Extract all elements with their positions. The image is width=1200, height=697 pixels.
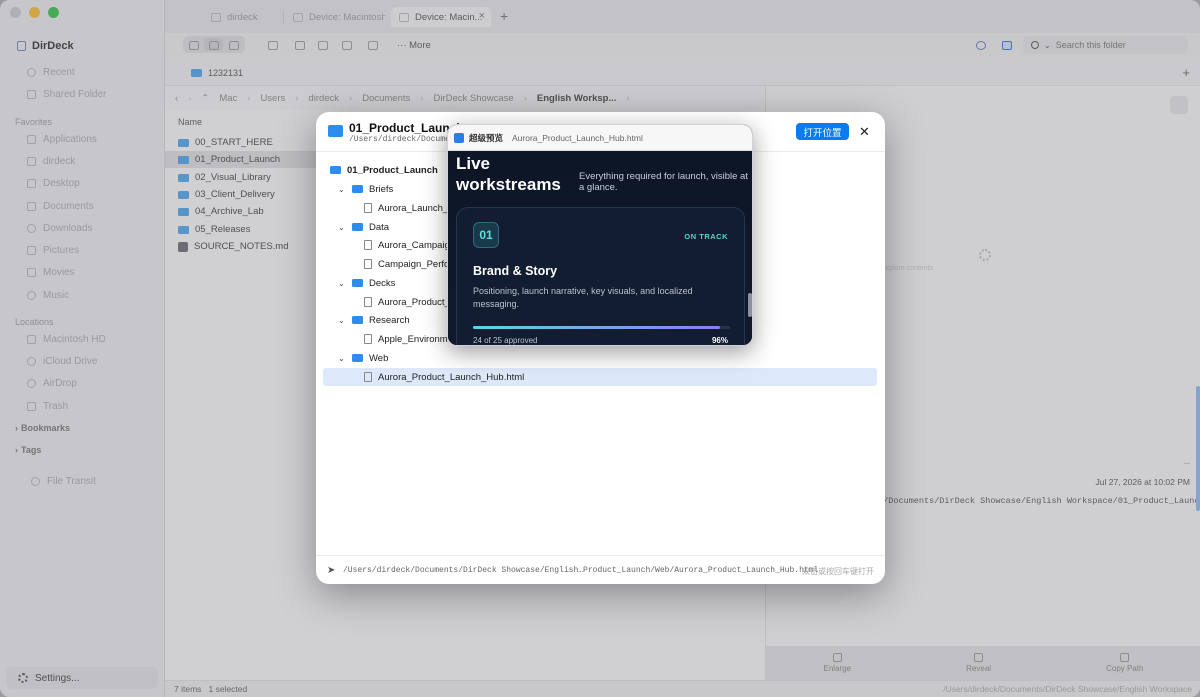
- preview-content[interactable]: Live workstreams Everything required for…: [448, 151, 752, 345]
- card-description: Positioning, launch narrative, key visua…: [473, 286, 693, 309]
- folder-icon: [352, 354, 363, 362]
- file-icon: [364, 240, 372, 250]
- folder-icon: [330, 166, 341, 174]
- chevron-down-icon: ⌄: [338, 315, 345, 325]
- chevron-down-icon: ⌄: [338, 222, 345, 232]
- tree-folder-briefs[interactable]: ⌄ Briefs: [338, 180, 393, 198]
- chevron-down-icon: ⌄: [338, 353, 345, 363]
- app-window: DirDeck Recent Shared Folder Favorites A…: [0, 0, 1200, 697]
- navigate-arrow-icon[interactable]: ➤: [327, 565, 335, 576]
- open-location-button[interactable]: 打开位置: [796, 123, 849, 140]
- tree-folder-web[interactable]: ⌄ Web: [338, 349, 388, 367]
- progress-bar-fill: [473, 326, 720, 329]
- status-badge: ON TRACK: [684, 232, 728, 241]
- progress-percent: 96%: [711, 336, 728, 345]
- folder-icon: [352, 185, 363, 193]
- file-icon: [364, 297, 372, 307]
- preview-header: 超级预览 Aurora_Product_Launch_Hub.html: [448, 125, 752, 151]
- tree-file-selected[interactable]: Aurora_Product_Launch_Hub.html: [364, 368, 524, 386]
- tree-folder-data[interactable]: ⌄ Data: [338, 218, 389, 236]
- card-title: Brand & Story: [473, 264, 558, 278]
- preview-scrollbar[interactable]: [748, 293, 752, 317]
- folder-icon: [352, 223, 363, 231]
- preview-description: Everything required for launch, visible …: [579, 171, 748, 193]
- dialog-footer: ➤ /Users/dirdeck/Documents/DirDeck Showc…: [316, 555, 885, 584]
- file-icon: [364, 259, 372, 269]
- chevron-down-icon: ⌄: [338, 278, 345, 288]
- tree-folder-decks[interactable]: ⌄ Decks: [338, 274, 395, 292]
- preview-file-name: Aurora_Product_Launch_Hub.html: [512, 132, 643, 143]
- tree-root[interactable]: 01_Product_Launch: [330, 161, 438, 179]
- preview-heading: Live workstreams: [456, 154, 561, 194]
- workstream-card: 01 ON TRACK Brand & Story Positioning, l…: [456, 207, 745, 345]
- card-number: 01: [473, 222, 499, 248]
- file-icon: [364, 372, 372, 382]
- file-icon: [364, 334, 372, 344]
- dialog-subtitle: /Users/dirdeck/Documents/DirDeck Showcas…: [349, 135, 449, 144]
- super-preview-popover: 超级预览 Aurora_Product_Launch_Hub.html Live…: [447, 124, 753, 346]
- selected-file-path: /Users/dirdeck/Documents/DirDeck Showcas…: [343, 566, 819, 575]
- open-hint: 双击或按回车键打开: [802, 567, 874, 576]
- chevron-down-icon: ⌄: [338, 184, 345, 194]
- folder-icon: [352, 279, 363, 287]
- folder-icon: [328, 125, 343, 137]
- preview-badge-icon: [454, 132, 464, 143]
- tree-folder-research[interactable]: ⌄ Research: [338, 311, 410, 329]
- progress-bar: [473, 326, 730, 329]
- file-icon: [364, 203, 372, 213]
- approved-count: 24 of 25 approved: [473, 336, 538, 345]
- folder-icon: [352, 316, 363, 324]
- preview-label: 超级预览: [469, 132, 504, 143]
- close-dialog-button[interactable]: ✕: [859, 124, 870, 140]
